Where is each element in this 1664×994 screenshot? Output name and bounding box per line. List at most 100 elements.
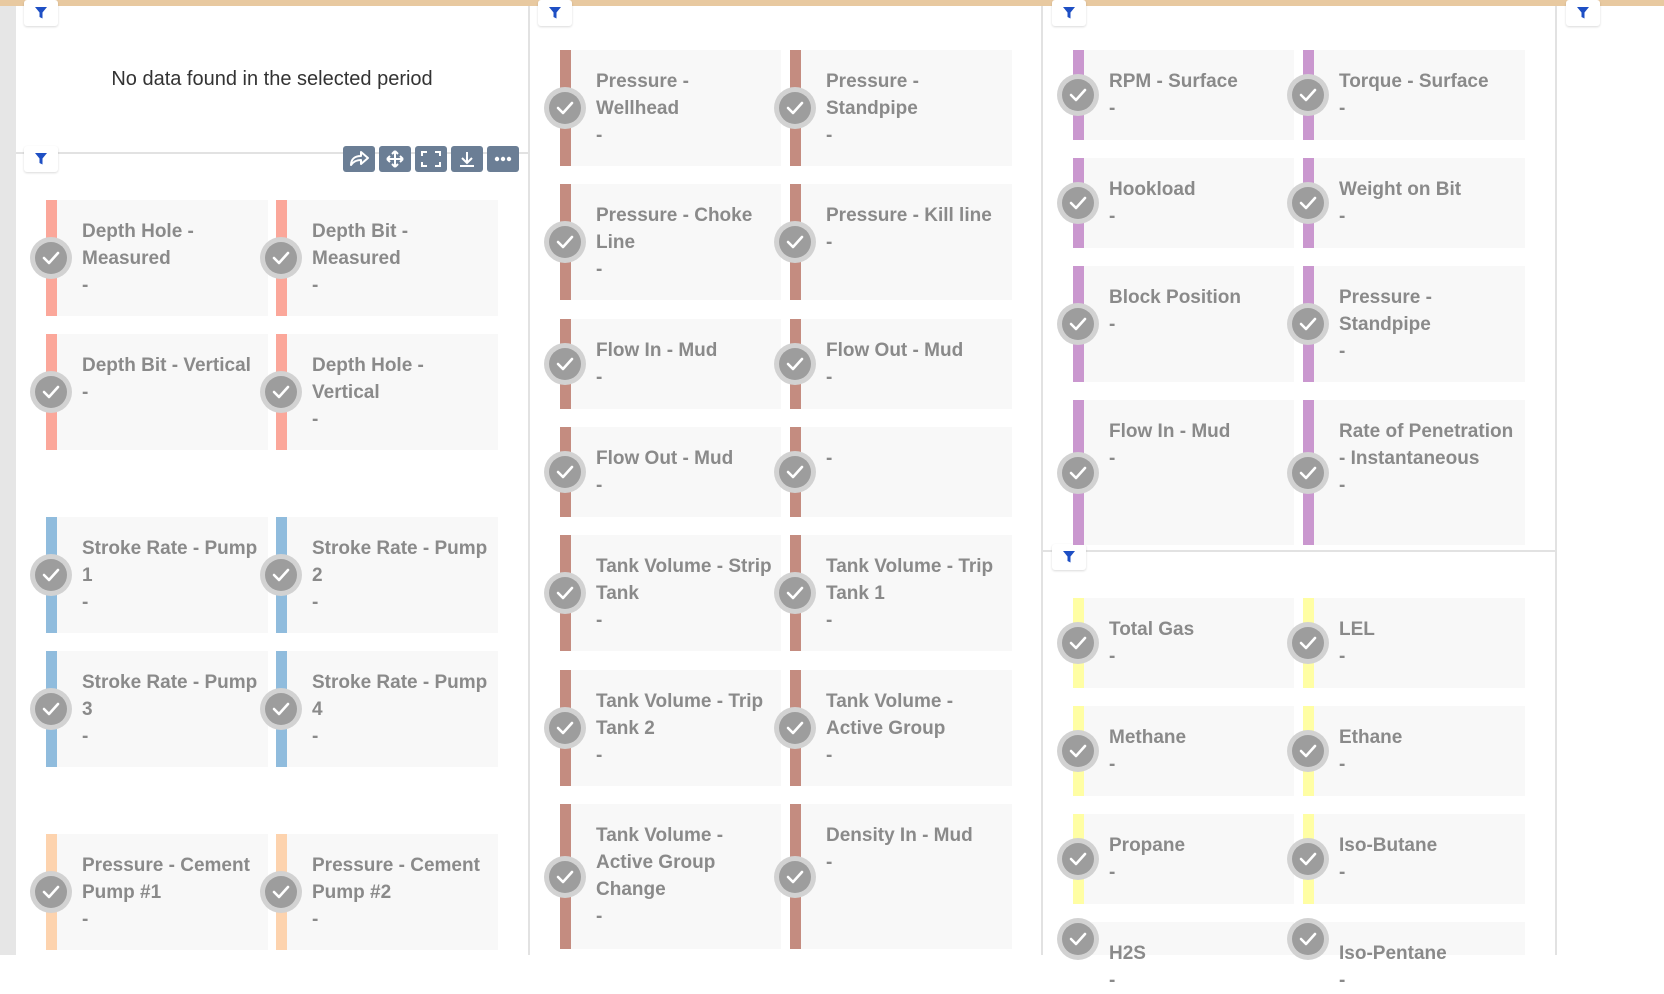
sensor-tile[interactable]: Pressure - Choke Line - xyxy=(544,184,781,300)
check-toggle[interactable] xyxy=(30,688,72,730)
sensor-tile[interactable]: Tank Volume - Strip Tank - xyxy=(544,535,781,651)
sensor-tile[interactable]: Stroke Rate - Pump 3 - xyxy=(30,651,268,767)
check-toggle[interactable] xyxy=(1287,838,1329,880)
sensor-tile[interactable]: LEL - xyxy=(1287,598,1525,688)
sensor-tile[interactable]: Pressure - Standpipe - xyxy=(1287,266,1525,382)
sensor-tile[interactable]: Flow In - Mud - xyxy=(544,319,781,409)
check-toggle[interactable] xyxy=(30,871,72,913)
filter-button[interactable] xyxy=(24,146,58,172)
sensor-tile[interactable]: Depth Hole - Vertical - xyxy=(260,334,498,450)
check-toggle[interactable] xyxy=(544,343,586,385)
sensor-tile[interactable]: Flow Out - Mud - xyxy=(544,427,781,517)
check-toggle[interactable] xyxy=(1057,838,1099,880)
sensor-tile[interactable]: Weight on Bit - xyxy=(1287,158,1525,248)
filter-button[interactable] xyxy=(1566,0,1600,26)
sensor-tile[interactable]: Depth Bit - Vertical - xyxy=(30,334,268,450)
check-toggle[interactable] xyxy=(1057,730,1099,772)
sensor-tile[interactable]: Stroke Rate - Pump 1 - xyxy=(30,517,268,633)
check-toggle[interactable] xyxy=(1287,74,1329,116)
sensor-tile[interactable]: Propane - xyxy=(1057,814,1294,904)
check-toggle[interactable] xyxy=(774,451,816,493)
sensor-tile[interactable]: Pressure - Standpipe - xyxy=(774,50,1012,166)
check-toggle[interactable] xyxy=(544,451,586,493)
sensor-tile[interactable]: Tank Volume - Trip Tank 1 - xyxy=(774,535,1012,651)
filter-button[interactable] xyxy=(538,0,572,26)
fullscreen-button[interactable] xyxy=(415,146,447,172)
check-toggle[interactable] xyxy=(1287,303,1329,345)
check-toggle[interactable] xyxy=(774,343,816,385)
tile-label: Depth Bit - Vertical - xyxy=(82,352,262,406)
check-toggle[interactable] xyxy=(1287,182,1329,224)
tile-label: Stroke Rate - Pump 1 - xyxy=(82,535,262,616)
sensor-tile[interactable]: Pressure - Kill line - xyxy=(774,184,1012,300)
check-toggle[interactable] xyxy=(1057,303,1099,345)
check-icon xyxy=(549,456,581,488)
tile-value: - xyxy=(826,448,833,469)
filter-button[interactable] xyxy=(1052,0,1086,26)
sensor-tile[interactable]: Tank Volume - Trip Tank 2 - xyxy=(544,670,781,786)
move-button[interactable] xyxy=(379,146,411,172)
more-button[interactable] xyxy=(487,146,519,172)
sensor-tile[interactable]: Stroke Rate - Pump 4 - xyxy=(260,651,498,767)
check-toggle[interactable] xyxy=(544,87,586,129)
check-toggle[interactable] xyxy=(544,572,586,614)
sensor-tile[interactable]: Depth Bit - Measured - xyxy=(260,200,498,316)
sensor-tile[interactable]: Rate of Penetration - Instantaneous - xyxy=(1287,400,1525,545)
check-toggle[interactable] xyxy=(1057,451,1099,494)
check-toggle[interactable] xyxy=(544,855,586,898)
check-toggle[interactable] xyxy=(1057,917,1099,960)
sensor-tile[interactable]: Tank Volume - Active Group - xyxy=(774,670,1012,786)
check-toggle[interactable] xyxy=(260,371,302,413)
check-toggle[interactable] xyxy=(260,554,302,596)
check-toggle[interactable] xyxy=(774,707,816,749)
check-toggle[interactable] xyxy=(30,554,72,596)
check-toggle[interactable] xyxy=(30,237,72,279)
check-toggle[interactable] xyxy=(544,707,586,749)
sensor-tile[interactable]: Hookload - xyxy=(1057,158,1294,248)
sensor-tile[interactable]: Flow In - Mud - xyxy=(1057,400,1294,545)
sensor-tile[interactable]: Block Position - xyxy=(1057,266,1294,382)
sensor-tile[interactable]: Density In - Mud - xyxy=(774,804,1012,949)
tile-title: Pressure - Standpipe xyxy=(826,71,919,119)
sensor-tile[interactable]: Total Gas - xyxy=(1057,598,1294,688)
check-toggle[interactable] xyxy=(544,221,586,263)
sensor-tile[interactable]: Iso-Butane - xyxy=(1287,814,1525,904)
tile-label: Pressure - Choke Line - xyxy=(596,202,775,283)
check-toggle[interactable] xyxy=(1057,182,1099,224)
check-toggle[interactable] xyxy=(1287,451,1329,494)
check-toggle[interactable] xyxy=(1287,917,1329,960)
sensor-tile[interactable]: Iso-Pentane - xyxy=(1287,917,1525,991)
check-toggle[interactable] xyxy=(260,237,302,279)
check-toggle[interactable] xyxy=(260,871,302,913)
tile-value: - xyxy=(1339,341,1346,362)
filter-button[interactable] xyxy=(24,0,58,26)
filter-button[interactable] xyxy=(1052,544,1086,570)
sensor-tile[interactable]: Torque - Surface - xyxy=(1287,50,1525,140)
check-toggle[interactable] xyxy=(1057,74,1099,116)
share-button[interactable] xyxy=(343,146,375,172)
check-icon xyxy=(779,577,811,609)
check-toggle[interactable] xyxy=(774,87,816,129)
check-toggle[interactable] xyxy=(1057,622,1099,664)
sensor-tile[interactable]: Tank Volume - Active Group Change - xyxy=(544,804,781,949)
check-toggle[interactable] xyxy=(260,688,302,730)
sensor-tile[interactable]: Flow Out - Mud - xyxy=(774,319,1012,409)
check-toggle[interactable] xyxy=(30,371,72,413)
download-button[interactable] xyxy=(451,146,483,172)
sensor-tile[interactable]: Methane - xyxy=(1057,706,1294,796)
check-toggle[interactable] xyxy=(1287,622,1329,664)
sensor-tile[interactable]: Pressure - Wellhead - xyxy=(544,50,781,166)
check-toggle[interactable] xyxy=(774,855,816,898)
sensor-tile[interactable]: - xyxy=(774,427,1012,517)
sensor-tile[interactable]: Ethane - xyxy=(1287,706,1525,796)
sensor-tile[interactable]: Pressure - Cement Pump #2 - xyxy=(260,834,498,950)
check-toggle[interactable] xyxy=(774,572,816,614)
check-toggle[interactable] xyxy=(774,221,816,263)
sensor-tile[interactable]: RPM - Surface - xyxy=(1057,50,1294,140)
check-toggle[interactable] xyxy=(1287,730,1329,772)
sensor-tile[interactable]: Depth Hole - Measured - xyxy=(30,200,268,316)
sensor-tile[interactable]: H2S - xyxy=(1057,917,1294,991)
sensor-tile[interactable]: Pressure - Cement Pump #1 - xyxy=(30,834,268,950)
tile-value: - xyxy=(82,275,89,296)
sensor-tile[interactable]: Stroke Rate - Pump 2 - xyxy=(260,517,498,633)
